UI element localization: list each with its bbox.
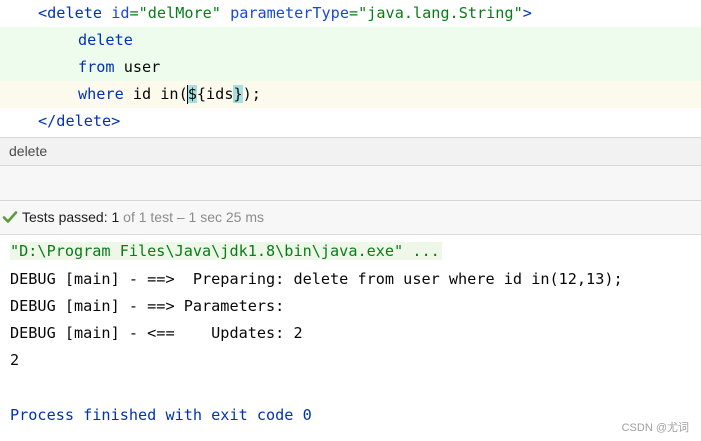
sql-table-name: user xyxy=(114,58,161,76)
test-status-text: Tests passed: 1 of 1 test – 1 sec 25 ms xyxy=(22,209,264,225)
csdn-watermark: CSDN @尤词 xyxy=(621,422,689,434)
code-line-1[interactable]: <delete id="delMore" parameterType="java… xyxy=(0,0,701,27)
sql-from-keyword: from xyxy=(78,58,115,76)
sql-param: {ids xyxy=(196,85,234,103)
breadcrumb[interactable]: delete xyxy=(0,137,701,166)
attr-parameter-type-value: "java.lang.String" xyxy=(358,4,523,22)
console-line: DEBUG [main] - ==> Preparing: delete fro… xyxy=(10,270,623,288)
run-toolbar xyxy=(0,166,701,201)
code-editor[interactable]: <delete id="delMore" parameterType="java… xyxy=(0,0,701,137)
tests-detail-label: of 1 test – 1 sec 25 ms xyxy=(119,209,265,225)
java-command: "D:\Program Files\Java\jdk1.8\bin\java.e… xyxy=(10,242,442,260)
sql-condition-end: ); xyxy=(242,85,261,103)
code-line-4[interactable]: where id in(${ids}); xyxy=(0,81,701,108)
console-output[interactable]: "D:\Program Files\Java\jdk1.8\bin\java.e… xyxy=(0,235,701,441)
tag-open-bracket: </ xyxy=(38,112,57,130)
attr-id-value: "delMore" xyxy=(138,4,221,22)
brace-highlight-close: } xyxy=(233,85,243,103)
attr-id: id xyxy=(111,4,130,22)
tag-name: delete xyxy=(47,4,103,22)
sql-condition: id in( xyxy=(123,85,188,103)
attr-eq: = xyxy=(348,4,359,22)
check-icon xyxy=(2,211,18,223)
process-finished-line: Process finished with exit code 0 xyxy=(10,406,312,424)
test-status-bar: Tests passed: 1 of 1 test – 1 sec 25 ms xyxy=(0,201,701,235)
code-line-5[interactable]: </delete> xyxy=(0,108,701,135)
attr-parameter-type: parameterType xyxy=(230,4,349,22)
tag-open-bracket: < xyxy=(38,4,48,22)
code-line-2[interactable]: delete xyxy=(0,27,701,54)
code-line-3[interactable]: from user xyxy=(0,54,701,81)
tag-close-bracket: > xyxy=(111,112,121,130)
console-command-line: "D:\Program Files\Java\jdk1.8\bin\java.e… xyxy=(10,238,442,264)
sql-delete-keyword: delete xyxy=(78,31,133,49)
tests-passed-label: Tests passed: 1 xyxy=(22,209,120,225)
console-line: 2 xyxy=(10,351,20,369)
console-line: DEBUG [main] - ==> Parameters: xyxy=(10,297,294,315)
attr-eq: = xyxy=(129,4,139,22)
console-line: DEBUG [main] - <== Updates: 2 xyxy=(10,324,303,342)
brace-highlight-open: $ xyxy=(187,85,197,103)
breadcrumb-item-delete[interactable]: delete xyxy=(9,143,47,159)
tag-close-bracket: > xyxy=(522,4,532,22)
tag-name: delete xyxy=(56,112,112,130)
sql-where-keyword: where xyxy=(78,85,124,103)
